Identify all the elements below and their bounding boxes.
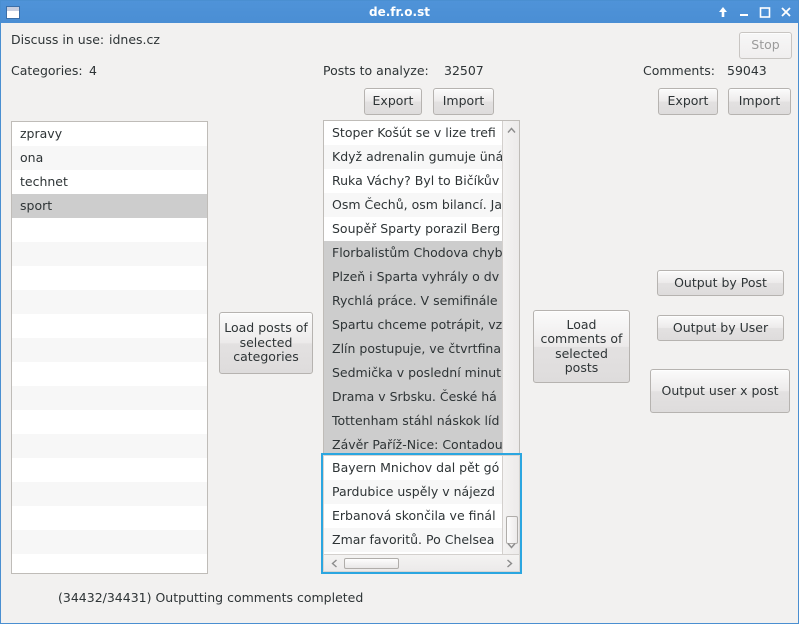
posts-focused-rows: Bayern Mnichov dal pět gó Pardubice uspěl…: [324, 456, 502, 554]
chevron-left-icon[interactable]: [326, 555, 342, 571]
shade-button[interactable]: [717, 5, 729, 19]
category-list-item[interactable]: [12, 458, 207, 482]
post-list-item-label: Plzeň i Sparta vyhrály o dv: [332, 269, 500, 284]
category-list-item[interactable]: [12, 290, 207, 314]
load-comments-button[interactable]: Load comments of selected posts: [533, 310, 630, 383]
category-list-item[interactable]: [12, 410, 207, 434]
post-list-item[interactable]: Florbalistům Chodova chyb: [324, 241, 502, 265]
post-list-item[interactable]: Závěr Paříž-Nice: Contadou: [324, 433, 502, 457]
post-list-item-label: Tottenham stáhl náskok líd: [332, 413, 500, 428]
post-list-item[interactable]: Stoper Košút se v lize trefi: [324, 121, 502, 145]
category-list-item[interactable]: [12, 506, 207, 530]
posts-horizontal-scroll-thumb[interactable]: [344, 558, 399, 569]
post-list-item[interactable]: Erbanová skončila ve finál: [324, 504, 502, 528]
title-bar: de.fr.o.st: [1, 1, 798, 23]
load-posts-button[interactable]: Load posts of selected categories: [219, 312, 313, 374]
application-window: de.fr.o.st Discuss in use: idnes.cz Stop…: [0, 0, 799, 624]
output-user-x-post-button[interactable]: Output user x post: [650, 369, 790, 413]
category-list-item[interactable]: [12, 434, 207, 458]
posts-export-button[interactable]: Export: [364, 88, 422, 115]
comments-export-button[interactable]: Export: [658, 88, 718, 115]
post-list-item-label: Erbanová skončila ve finál: [332, 508, 496, 523]
post-list-item[interactable]: Tottenham stáhl náskok líd: [324, 409, 502, 433]
post-list-item[interactable]: Plzeň i Sparta vyhrály o dv: [324, 265, 502, 289]
post-list-item[interactable]: Osm Čechů, osm bilancí. Ja: [324, 193, 502, 217]
post-list-item-label: Bayern Mnichov dal pět gó: [332, 460, 500, 475]
chevron-down-icon[interactable]: [503, 537, 519, 553]
post-list-item-label: Zlín postupuje, ve čtvrtfina: [332, 341, 502, 356]
category-list-item[interactable]: [12, 266, 207, 290]
post-list-item[interactable]: Když adrenalin gumuje üná: [324, 145, 502, 169]
category-list-item-label: zpravy: [20, 126, 63, 141]
post-list-item-label: Zmar favoritů. Po Chelsea: [332, 532, 495, 547]
post-list-item[interactable]: Zmar favoritů. Po Chelsea: [324, 528, 502, 552]
post-list-item-label: Osm Čechů, osm bilancí. Ja: [332, 197, 502, 212]
category-list-item[interactable]: sport: [12, 194, 207, 218]
category-list-item[interactable]: technet: [12, 170, 207, 194]
category-list-item-label: ona: [20, 150, 44, 165]
posts-listbox-focused-panel[interactable]: Bayern Mnichov dal pět gó Pardubice uspěl…: [323, 455, 520, 572]
post-list-item[interactable]: Pardubice uspěly v nájezd: [324, 480, 502, 504]
post-list-item[interactable]: Zlín postupuje, ve čtvrtfina: [324, 337, 502, 361]
post-list-item-label: Soupěř Sparty porazil Berg: [332, 221, 501, 236]
comments-import-button[interactable]: Import: [728, 88, 791, 115]
post-list-item-label: Florbalistům Chodova chyb: [332, 245, 502, 260]
post-list-item[interactable]: Rychlá práce. V semifinále: [324, 289, 502, 313]
comments-count-value: 59043: [727, 63, 767, 78]
post-list-item-label: Spartu chceme potrápit, vz: [332, 317, 502, 332]
post-list-item[interactable]: Spartu chceme potrápit, vz: [324, 313, 502, 337]
minimize-button[interactable]: [738, 5, 750, 19]
post-list-item-label: Když adrenalin gumuje üná: [332, 149, 502, 164]
posts-to-analyze-value: 32507: [444, 63, 484, 78]
post-list-item-label: Rychlá práce. V semifinále: [332, 293, 498, 308]
categories-count-value: 4: [89, 63, 97, 78]
output-by-post-button[interactable]: Output by Post: [657, 270, 784, 296]
category-list-item[interactable]: [12, 338, 207, 362]
window-icon: [6, 5, 20, 19]
post-list-item-label: Stoper Košút se v lize trefi: [332, 125, 496, 140]
window-title: de.fr.o.st: [369, 5, 430, 19]
post-list-item-label: Drama v Srbsku. České há: [332, 389, 497, 404]
maximize-button[interactable]: [759, 5, 771, 19]
posts-to-analyze-label: Posts to analyze:: [323, 63, 429, 78]
post-list-item-label: Sedmička v poslední minut: [332, 365, 502, 380]
category-list-item-label: technet: [20, 174, 68, 189]
close-button[interactable]: [780, 5, 792, 19]
discuss-in-use-value: idnes.cz: [109, 32, 160, 47]
category-list-item[interactable]: [12, 386, 207, 410]
categories-count-label: Categories:: [11, 63, 83, 78]
category-list-item[interactable]: [12, 530, 207, 554]
window-controls: [717, 1, 792, 23]
stop-button[interactable]: Stop: [739, 32, 792, 59]
discuss-in-use-label: Discuss in use:: [11, 32, 105, 47]
category-list-item[interactable]: [12, 314, 207, 338]
focused-vertical-scrollbar[interactable]: [502, 456, 519, 554]
post-list-item[interactable]: Soupěř Sparty porazil Berg: [324, 217, 502, 241]
post-list-item[interactable]: Drama v Srbsku. České há: [324, 385, 502, 409]
posts-horizontal-scrollbar[interactable]: [324, 554, 519, 571]
post-list-item[interactable]: Ruka Váchy? Byl to Bičíkův: [324, 169, 502, 193]
category-list-item[interactable]: [12, 482, 207, 506]
category-list-item[interactable]: [12, 362, 207, 386]
status-text: (34432/34431) Outputting comments comple…: [58, 590, 364, 605]
comments-count-label: Comments:: [643, 63, 715, 78]
post-list-item-label: Závěr Paříž-Nice: Contadou: [332, 437, 502, 452]
category-list-item[interactable]: zpravy: [12, 122, 207, 146]
category-list-item[interactable]: [12, 218, 207, 242]
post-list-item[interactable]: Bayern Mnichov dal pět gó: [324, 456, 502, 480]
category-list-item-label: sport: [20, 198, 53, 213]
post-list-item-label: Pardubice uspěly v nájezd: [332, 484, 495, 499]
chevron-right-icon[interactable]: [501, 555, 517, 571]
posts-import-button[interactable]: Import: [433, 88, 494, 115]
output-by-user-button[interactable]: Output by User: [657, 315, 784, 341]
post-list-item[interactable]: Sedmička v poslední minut: [324, 361, 502, 385]
chevron-up-icon[interactable]: [503, 122, 519, 138]
categories-listbox[interactable]: zpravy ona technet sport: [11, 121, 208, 574]
category-list-item[interactable]: ona: [12, 146, 207, 170]
status-bar: (34432/34431) Outputting comments comple…: [1, 590, 798, 605]
post-list-item-label: Ruka Váchy? Byl to Bičíkův: [332, 173, 500, 188]
category-list-item[interactable]: [12, 242, 207, 266]
